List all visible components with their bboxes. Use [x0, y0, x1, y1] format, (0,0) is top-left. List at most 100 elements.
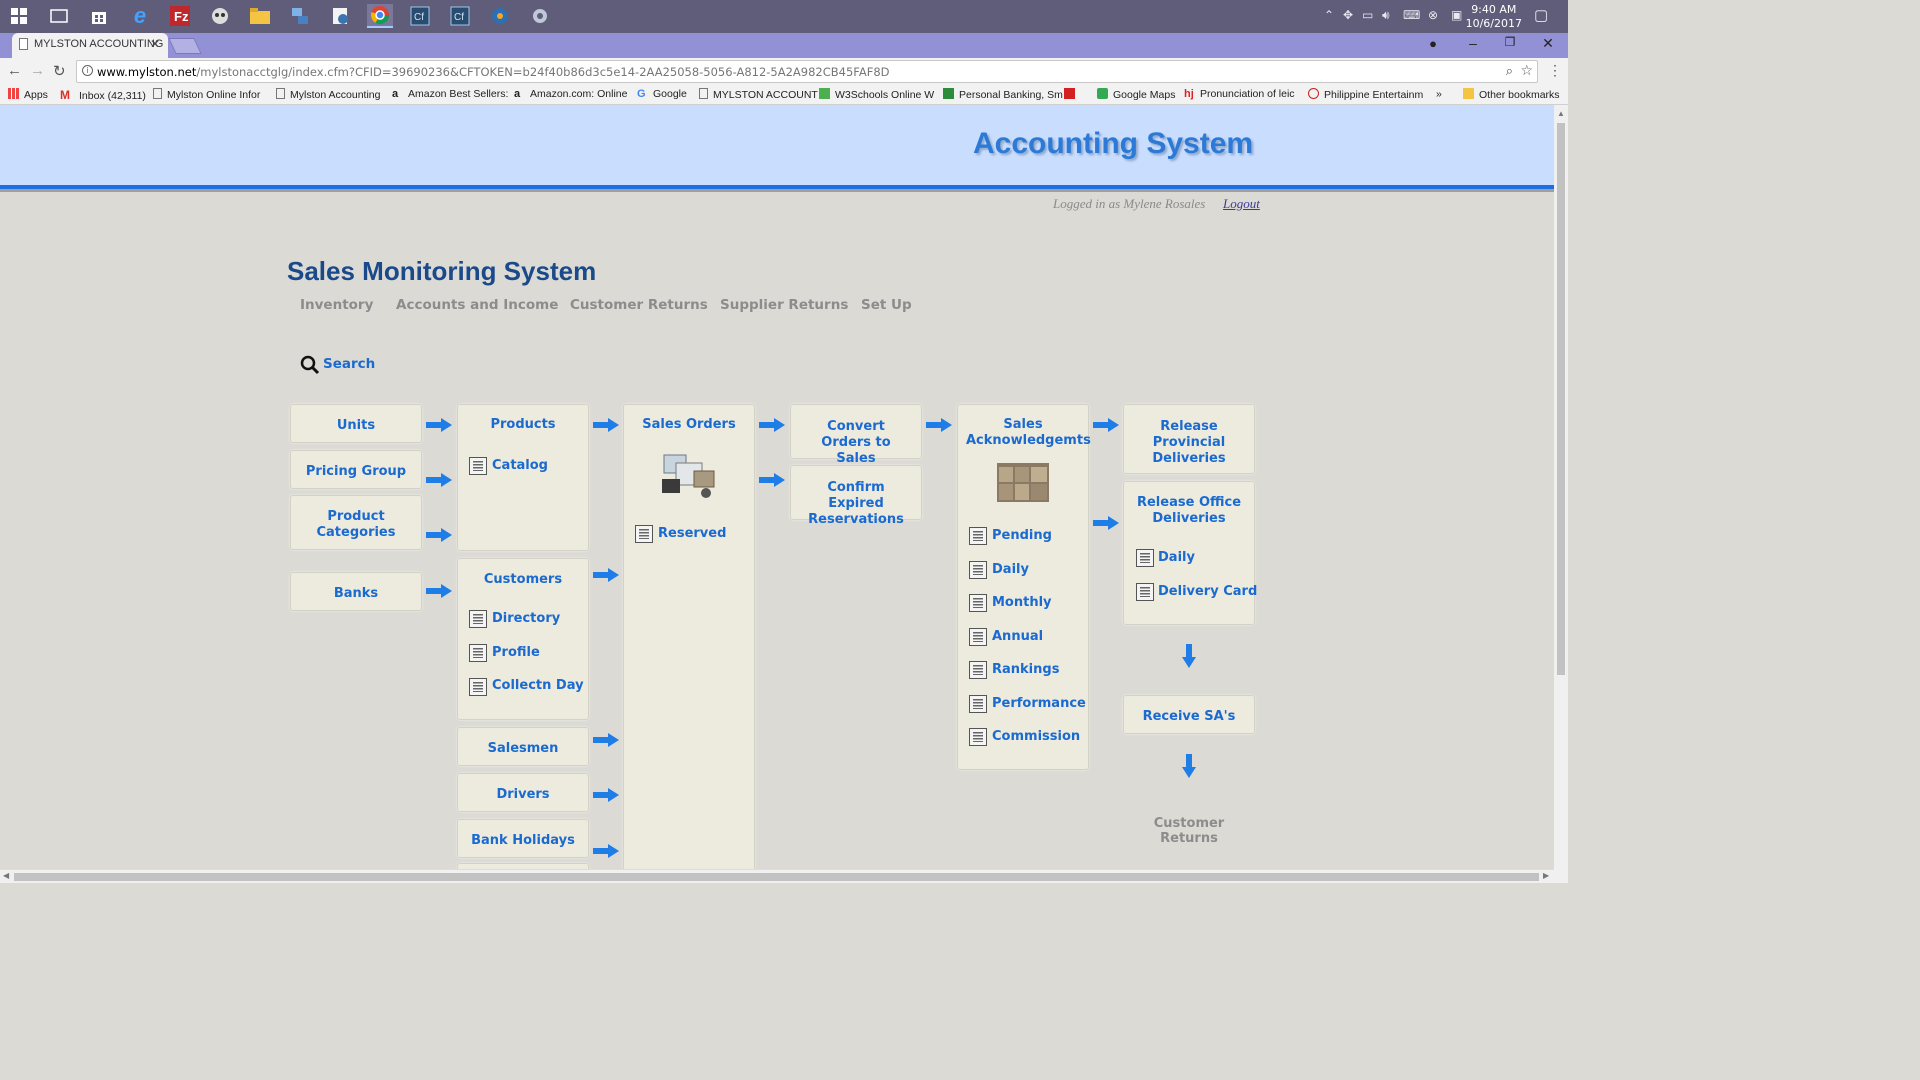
file-explorer-icon[interactable]: [247, 4, 273, 28]
search-link[interactable]: Search: [323, 356, 375, 372]
performance-link[interactable]: Performance: [992, 696, 1086, 711]
vertical-scrollbar[interactable]: ▲: [1554, 105, 1568, 883]
nav-supplier-returns[interactable]: Supplier Returns: [720, 297, 848, 313]
tray-block-icon[interactable]: ⊗: [1428, 8, 1438, 22]
chrome-icon[interactable]: [367, 4, 393, 28]
clock[interactable]: 9:40 AM 10/6/2017: [1466, 3, 1522, 31]
restore-icon[interactable]: ❐: [1492, 35, 1528, 49]
sales-ack-title[interactable]: Sales Acknowledgemts: [958, 417, 1091, 449]
vertical-scroll-thumb[interactable]: [1557, 123, 1565, 675]
directory-link[interactable]: Directory: [492, 611, 560, 626]
daily-link[interactable]: Daily: [992, 562, 1029, 577]
customers-title[interactable]: Customers: [458, 572, 588, 588]
coldfusion-icon[interactable]: Cf: [407, 4, 433, 28]
bank-holidays-box[interactable]: Bank Holidays: [457, 819, 589, 858]
notification-icon[interactable]: ▢: [1534, 6, 1548, 24]
bookmark-red-site[interactable]: [1064, 88, 1080, 101]
nav-accounts-income[interactable]: Accounts and Income: [396, 297, 558, 313]
store-icon[interactable]: [86, 4, 112, 28]
products-title[interactable]: Products: [458, 417, 588, 433]
game-icon[interactable]: [207, 4, 233, 28]
nav-setup[interactable]: Set Up: [861, 297, 912, 313]
nav-inventory[interactable]: Inventory: [300, 297, 373, 313]
tray-chevron-icon[interactable]: ⌃: [1324, 8, 1334, 22]
network-app-icon[interactable]: [287, 4, 313, 28]
tray-app-icon[interactable]: ✥: [1343, 8, 1353, 22]
scroll-left-icon[interactable]: ◀: [3, 871, 9, 880]
reload-icon[interactable]: ↻: [53, 62, 66, 80]
pricing-group-box[interactable]: Pricing Group: [290, 450, 422, 489]
scroll-right-icon[interactable]: ▶: [1543, 871, 1549, 880]
keyboard-icon[interactable]: ⌨: [1403, 8, 1420, 22]
release-office-title[interactable]: Release Office Deliveries: [1124, 495, 1254, 527]
sales-orders-title[interactable]: Sales Orders: [624, 417, 754, 433]
tray-calendar-icon[interactable]: ▣: [1451, 8, 1462, 22]
bookmark-google[interactable]: G Google: [637, 88, 687, 100]
internet-explorer-icon[interactable]: e: [127, 3, 153, 28]
profile-icon[interactable]: ●: [1415, 36, 1451, 51]
zoom-icon[interactable]: ⌕: [1506, 64, 1513, 79]
horizontal-scrollbar[interactable]: ◀ ▶: [0, 869, 1554, 883]
volume-icon[interactable]: 🔊︎: [1382, 8, 1390, 23]
units-box[interactable]: Units: [290, 404, 422, 443]
coldfusion-builder-icon[interactable]: Cf: [447, 4, 473, 28]
browser-tab[interactable]: MYLSTON ACCOUNTING ✕: [12, 33, 168, 58]
salesmen-box[interactable]: Salesmen: [457, 727, 589, 766]
product-categories-box[interactable]: Product Categories: [290, 495, 422, 550]
info-icon[interactable]: i: [82, 65, 93, 76]
confirm-expired-box[interactable]: Confirm Expired Reservations: [790, 465, 922, 527]
bookmark-apps[interactable]: Apps: [8, 88, 48, 101]
rankings-link[interactable]: Rankings: [992, 662, 1059, 677]
more-bookmarks-button[interactable]: »: [1436, 88, 1442, 100]
bookmark-w3schools[interactable]: W3Schools Online W: [819, 88, 934, 101]
close-window-icon[interactable]: ✕: [1530, 35, 1566, 52]
bookmark-google-maps[interactable]: Google Maps: [1097, 88, 1175, 101]
media-app-icon[interactable]: [487, 4, 513, 28]
bookmark-td-banking[interactable]: Personal Banking, Sm: [943, 88, 1063, 101]
bookmark-pronunciation[interactable]: hj Pronunciation of leic: [1184, 88, 1295, 100]
python-icon[interactable]: [327, 4, 353, 28]
other-bookmarks[interactable]: Other bookmarks: [1463, 88, 1560, 101]
forward-icon[interactable]: →: [30, 62, 45, 79]
logout-link[interactable]: Logout: [1223, 196, 1260, 212]
drivers-box[interactable]: Drivers: [457, 773, 589, 812]
annual-link[interactable]: Annual: [992, 629, 1043, 644]
nav-customer-returns[interactable]: Customer Returns: [570, 297, 708, 313]
office-daily-link[interactable]: Daily: [1158, 550, 1195, 565]
bookmark-amazon-best[interactable]: a Amazon Best Sellers:: [392, 88, 508, 100]
banks-box[interactable]: Banks: [290, 572, 422, 611]
menu-icon[interactable]: ⋮: [1548, 62, 1562, 79]
bookmark-mylston-accounting[interactable]: Mylston Accounting: [276, 88, 380, 101]
back-icon[interactable]: ←: [7, 62, 22, 79]
collectn-day-link[interactable]: Collectn Day: [492, 678, 584, 693]
close-tab-icon[interactable]: ✕: [150, 37, 160, 51]
receive-sas-box[interactable]: Receive SA's: [1123, 695, 1255, 734]
reserved-link[interactable]: Reserved: [658, 526, 726, 541]
bookmark-mylston-online[interactable]: Mylston Online Infor: [153, 88, 260, 101]
settings-app-icon[interactable]: [527, 4, 553, 28]
convert-orders-box[interactable]: Convert Orders to Sales: [790, 404, 922, 466]
network-icon[interactable]: ▭: [1362, 8, 1373, 22]
search-icon[interactable]: [300, 355, 320, 375]
release-provincial-box[interactable]: Release Provincial Deliveries: [1123, 404, 1255, 474]
commission-link[interactable]: Commission: [992, 729, 1080, 744]
windows-start-icon[interactable]: [6, 4, 32, 28]
profile-link[interactable]: Profile: [492, 645, 540, 660]
bookmark-amazon-online[interactable]: a Amazon.com: Online: [514, 88, 627, 100]
customer-returns-label[interactable]: Customer Returns: [1123, 816, 1255, 846]
address-bar[interactable]: i www.mylston.net/mylstonacctglg/index.c…: [76, 60, 1538, 83]
scroll-up-icon[interactable]: ▲: [1557, 109, 1565, 118]
bookmark-mylston-account[interactable]: MYLSTON ACCOUNT: [699, 88, 818, 101]
monthly-link[interactable]: Monthly: [992, 595, 1052, 610]
horizontal-scroll-thumb[interactable]: [14, 873, 1539, 881]
bookmark-star-icon[interactable]: ☆: [1520, 63, 1533, 79]
task-view-icon[interactable]: [46, 4, 72, 28]
filezilla-icon[interactable]: Fz: [167, 4, 193, 28]
bookmark-inbox[interactable]: M Inbox (42,311): [60, 88, 146, 102]
minimize-icon[interactable]: –: [1455, 35, 1491, 51]
pending-link[interactable]: Pending: [992, 528, 1052, 543]
new-tab-button[interactable]: [168, 38, 202, 54]
catalog-link[interactable]: Catalog: [492, 458, 548, 473]
delivery-card-link[interactable]: Delivery Card: [1158, 584, 1257, 599]
bookmark-philippine-ent[interactable]: Philippine Entertainm: [1308, 88, 1423, 101]
